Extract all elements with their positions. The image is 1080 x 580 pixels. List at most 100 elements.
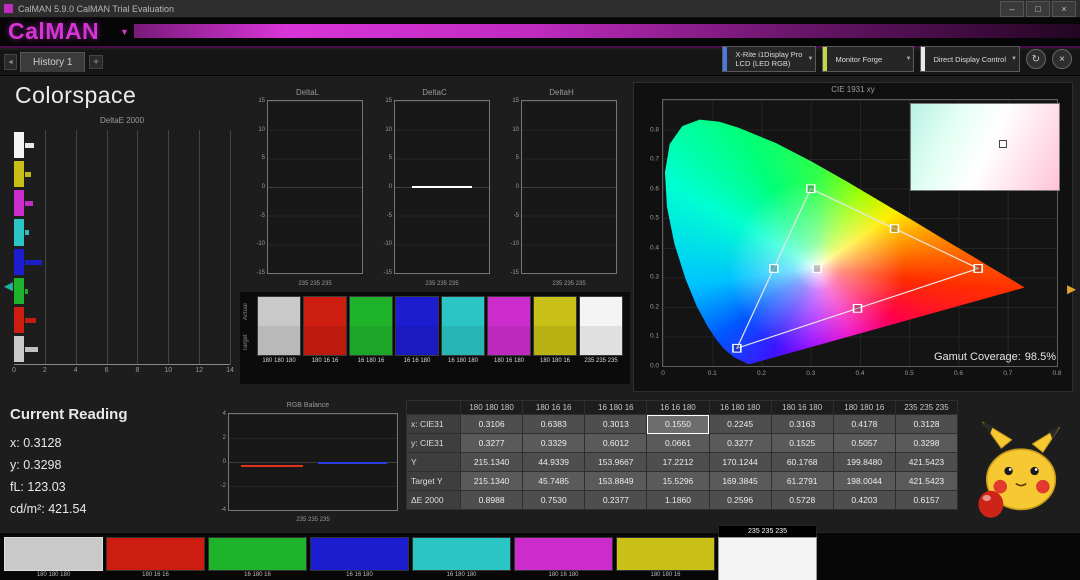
maximize-button[interactable]: □ xyxy=(1026,1,1050,17)
table-cell[interactable]: 421.5423 xyxy=(895,453,957,472)
tab-scroll-left-icon[interactable]: ◄ xyxy=(4,54,17,70)
brand-bar: CalMAN ▼ xyxy=(0,18,1080,48)
delta-mini-charts: DeltaL151050-5-10-15235 235 235 DeltaC 15 1… xyxy=(250,88,632,288)
table-cell[interactable]: 44.9339 xyxy=(523,453,585,472)
bottom-patch-gray-180[interactable]: 180 180 180 xyxy=(4,537,103,578)
table-cell[interactable]: 153.9667 xyxy=(585,453,647,472)
rgb-balance-x-label: 235 235 235 xyxy=(228,517,398,523)
table-cell[interactable]: 0.2245 xyxy=(709,415,771,434)
table-cell[interactable]: 199.8480 xyxy=(833,453,895,472)
table-cell[interactable]: 0.6012 xyxy=(585,434,647,453)
table-cell[interactable]: 0.6157 xyxy=(895,491,957,510)
row-label: ΔE 2000 xyxy=(407,491,461,510)
bottom-patch-white-235[interactable]: 235 235 235 xyxy=(718,525,817,580)
table-cell[interactable]: 0.3277 xyxy=(709,434,771,453)
actual-half xyxy=(488,297,530,326)
table-cell[interactable]: 0.1550 xyxy=(647,415,709,434)
table-cell[interactable]: 215.1340 xyxy=(461,472,523,491)
table-cell[interactable]: 0.3163 xyxy=(771,415,833,434)
category-swatch xyxy=(14,190,24,216)
chart-title: DeltaH xyxy=(504,88,619,100)
table-cell[interactable]: 0.8988 xyxy=(461,491,523,510)
patch-label: 180 16 16 xyxy=(106,572,205,578)
patch-color xyxy=(412,537,511,571)
deltae-bar xyxy=(25,260,42,265)
table-cell[interactable]: 0.5728 xyxy=(771,491,833,510)
table-cell[interactable]: 153.8849 xyxy=(585,472,647,491)
deltae-2000-chart: DeltaE 2000 02468101214 xyxy=(8,116,236,380)
table-cell[interactable]: 0.3329 xyxy=(523,434,585,453)
table-cell[interactable]: 0.3128 xyxy=(895,415,957,434)
column-header: 180 180 16 xyxy=(833,401,895,415)
bottom-patch-red[interactable]: 180 16 16 xyxy=(106,537,205,578)
table-cell[interactable]: 1.1860 xyxy=(647,491,709,510)
patch-label: 16 180 180 xyxy=(441,358,485,365)
table-row: x: CIE310.31060.63830.30130.15500.22450.… xyxy=(407,415,958,434)
table-cell[interactable]: 61.2791 xyxy=(771,472,833,491)
toolbar-button-direct-display-control[interactable]: Direct Display Control▼ xyxy=(920,46,1020,72)
bottom-patch-magenta[interactable]: 180 16 180 xyxy=(514,537,613,578)
table-cell[interactable]: 421.5423 xyxy=(895,472,957,491)
table-cell[interactable]: 169.3845 xyxy=(709,472,771,491)
table-cell[interactable]: 45.7485 xyxy=(523,472,585,491)
patch-label: 16 180 16 xyxy=(349,358,393,365)
current-reading-panel: Current Reading x: 0.3128y: 0.3298fL: 12… xyxy=(10,406,128,520)
column-header: 180 16 180 xyxy=(771,401,833,415)
history-tab[interactable]: History 1 xyxy=(20,52,85,72)
y-tick-label: 0.7 xyxy=(650,156,659,163)
bottom-patch-green[interactable]: 16 180 16 xyxy=(208,537,307,578)
target-half xyxy=(534,326,576,355)
table-cell[interactable]: 60.1768 xyxy=(771,453,833,472)
rgb-balance-plot-area: 420-2-4 xyxy=(228,413,398,511)
y-tick-label: 5 xyxy=(516,155,519,161)
table-cell[interactable]: 17.2212 xyxy=(647,453,709,472)
table-cell[interactable]: 0.3013 xyxy=(585,415,647,434)
toolbar-button-monitor-forge[interactable]: Monitor Forge▼ xyxy=(822,46,914,72)
table-cell[interactable]: 0.6383 xyxy=(523,415,585,434)
table-cell[interactable]: 0.2596 xyxy=(709,491,771,510)
table-cell[interactable]: 198.0044 xyxy=(833,472,895,491)
add-tab-button[interactable]: + xyxy=(89,55,103,69)
toolbar-button-x-rite-i1display-pro[interactable]: X-Rite i1Display ProLCD (LED RGB)▼ xyxy=(722,46,816,72)
app-icon xyxy=(4,4,13,13)
bottom-patch-cyan[interactable]: 16 180 180 xyxy=(412,537,511,578)
table-cell[interactable]: 0.1525 xyxy=(771,434,833,453)
column-header: 180 180 180 xyxy=(461,401,523,415)
toolbar-button-label: Direct Display Control xyxy=(933,55,1006,64)
bottom-patch-blue[interactable]: 16 16 180 xyxy=(310,537,409,578)
deltae-plot-area xyxy=(14,130,230,365)
patch-swatch xyxy=(579,296,623,356)
prev-page-chevron-icon[interactable]: ◄ xyxy=(1,278,16,295)
table-cell[interactable]: 0.5057 xyxy=(833,434,895,453)
next-page-chevron-icon[interactable]: ► xyxy=(1064,281,1079,298)
table-cell[interactable]: 0.3277 xyxy=(461,434,523,453)
table-cell[interactable]: 0.3298 xyxy=(895,434,957,453)
column-header: 235 235 235 xyxy=(895,401,957,415)
close-icon[interactable]: × xyxy=(1052,49,1072,69)
deltae-x-axis: 02468101214 xyxy=(14,367,230,379)
actual-half xyxy=(580,297,622,326)
patch-label: 235 235 235 xyxy=(579,358,623,365)
chart-title: DeltaC xyxy=(377,88,492,100)
table-cell[interactable]: 0.7530 xyxy=(523,491,585,510)
close-button[interactable]: × xyxy=(1052,1,1076,17)
bottom-patch-yellow[interactable]: 180 180 16 xyxy=(616,537,715,578)
deltae-bar xyxy=(25,172,31,177)
table-cell[interactable]: 15.5296 xyxy=(647,472,709,491)
table-cell[interactable]: 0.3106 xyxy=(461,415,523,434)
table-cell[interactable]: 0.0661 xyxy=(647,434,709,453)
y-tick-label: -10 xyxy=(256,241,265,247)
minimize-button[interactable]: – xyxy=(1000,1,1024,17)
table-cell[interactable]: 170.1244 xyxy=(709,453,771,472)
table-row: Y215.134044.9339153.966717.2212170.12446… xyxy=(407,453,958,472)
table-cell[interactable]: 215.1340 xyxy=(461,453,523,472)
toolbar-accent-bar xyxy=(921,47,925,71)
power-icon[interactable]: ↻ xyxy=(1026,49,1046,69)
deltal-chart: DeltaL151050-5-10-15235 235 235 xyxy=(250,88,365,288)
table-cell[interactable]: 0.2377 xyxy=(585,491,647,510)
table-cell[interactable]: 0.4178 xyxy=(833,415,895,434)
table-cell[interactable]: 0.4203 xyxy=(833,491,895,510)
patch-label: 16 16 180 xyxy=(395,358,439,365)
y-tick-label: 15 xyxy=(512,98,519,104)
y-tick-label: 15 xyxy=(258,98,265,104)
